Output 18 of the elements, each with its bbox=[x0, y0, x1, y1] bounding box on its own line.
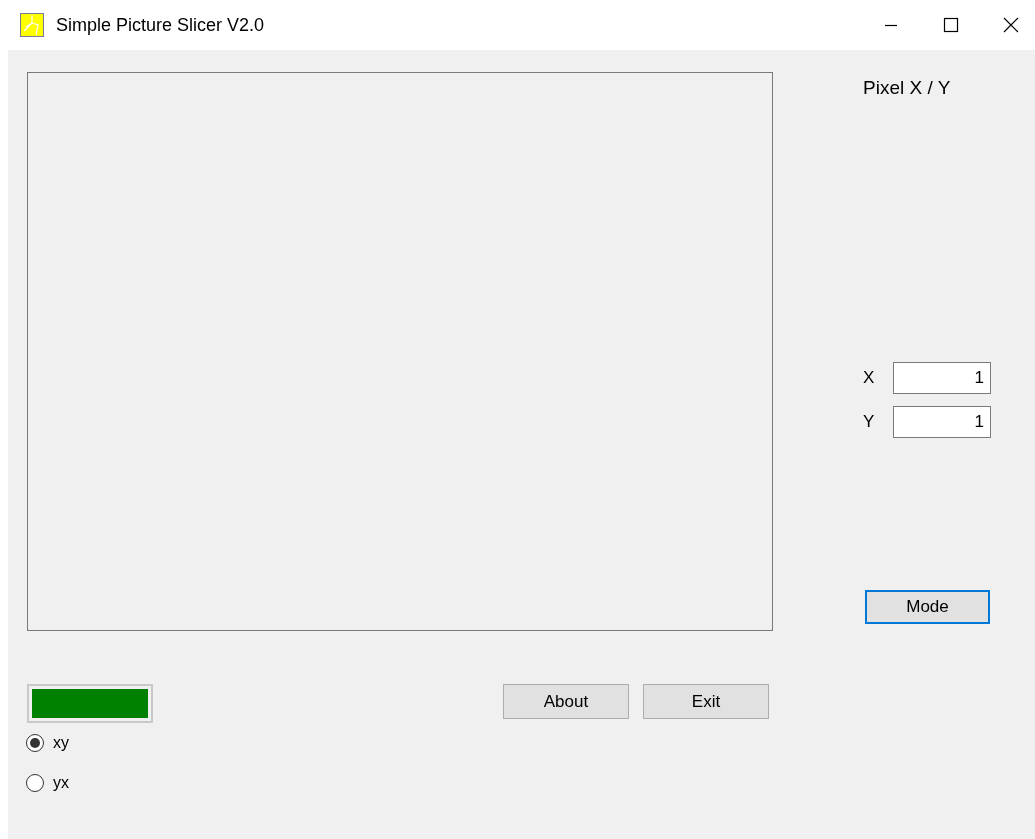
pixel-heading: Pixel X / Y bbox=[863, 77, 952, 99]
app-icon bbox=[20, 13, 44, 37]
radio-button[interactable] bbox=[26, 734, 44, 752]
radio-label: yx bbox=[53, 774, 69, 792]
radio-button[interactable] bbox=[26, 774, 44, 792]
window-title: Simple Picture Slicer V2.0 bbox=[56, 14, 265, 36]
dialog-button[interactable]: About bbox=[503, 684, 629, 719]
close-icon[interactable] bbox=[1001, 15, 1021, 35]
radio-option[interactable]: yx bbox=[26, 763, 153, 803]
maximize-icon[interactable] bbox=[941, 15, 961, 35]
radio-option[interactable]: xy bbox=[26, 723, 153, 763]
input-field[interactable]: 1 bbox=[893, 406, 991, 438]
dialog-button[interactable]: Exit bbox=[643, 684, 769, 719]
input-field[interactable]: 1 bbox=[893, 362, 991, 394]
field-label: Y bbox=[863, 412, 876, 432]
field-label: X bbox=[863, 368, 876, 388]
radio-label: xy bbox=[53, 734, 69, 752]
mode-button[interactable]: Mode bbox=[865, 590, 990, 624]
